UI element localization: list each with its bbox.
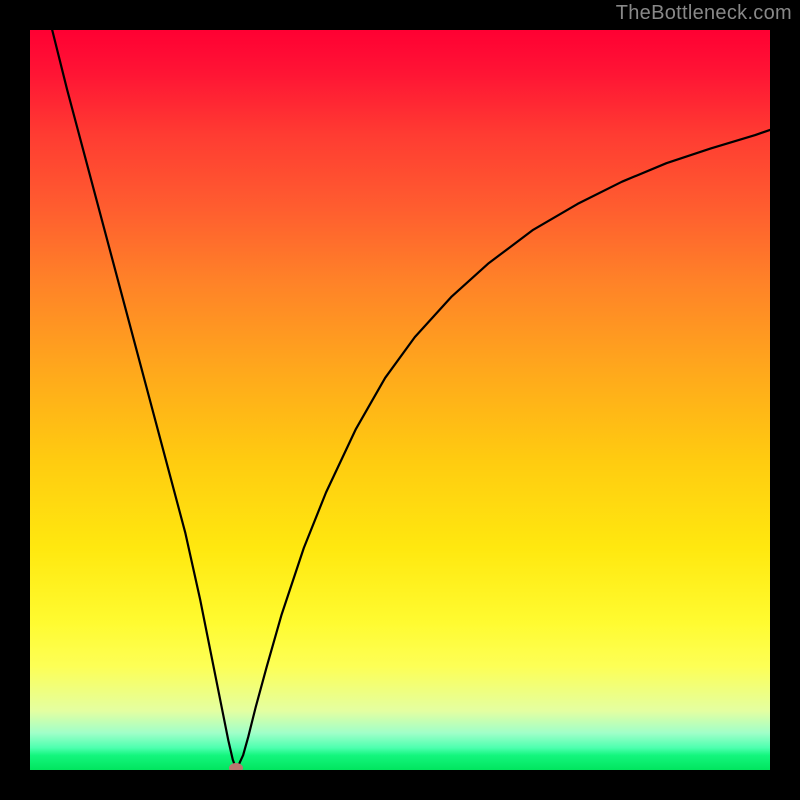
optimal-point-marker xyxy=(229,763,243,770)
bottleneck-curve xyxy=(30,30,770,770)
chart-frame: TheBottleneck.com xyxy=(0,0,800,800)
attribution-watermark: TheBottleneck.com xyxy=(616,2,792,25)
plot-area xyxy=(30,30,770,770)
